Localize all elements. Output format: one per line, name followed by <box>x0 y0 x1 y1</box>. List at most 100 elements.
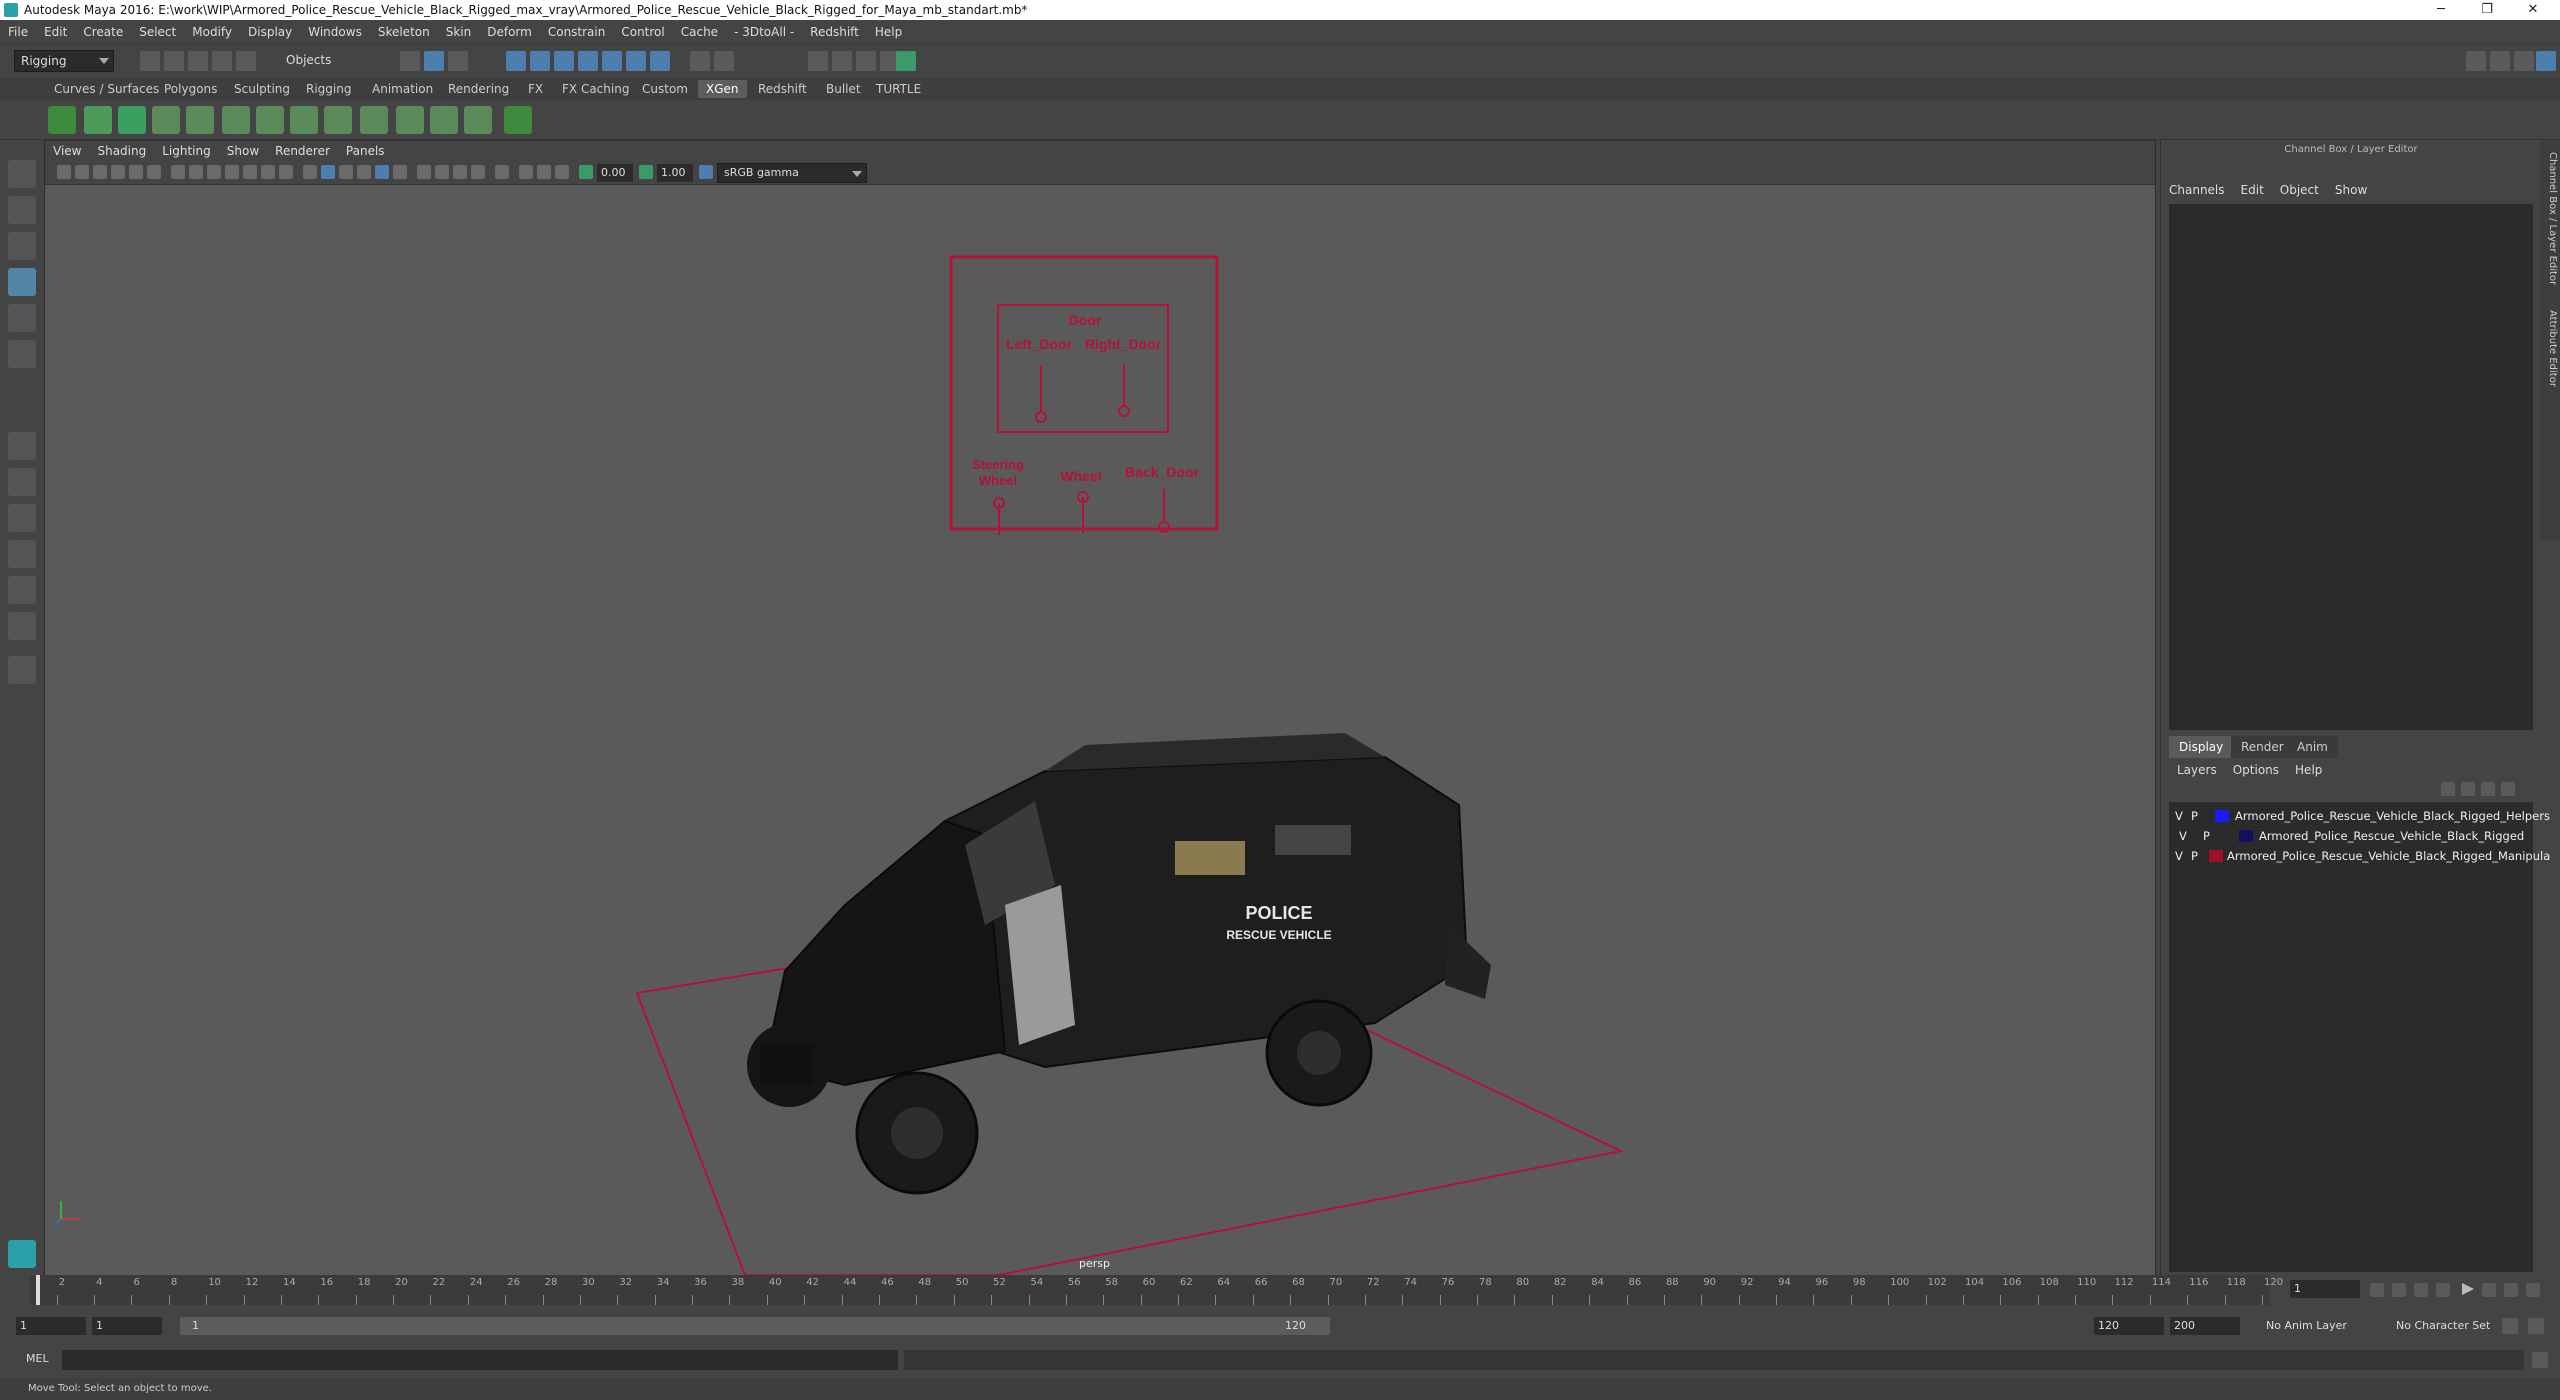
range-bar[interactable]: 1 120 <box>180 1317 1330 1335</box>
input-ops-icon[interactable] <box>714 51 734 71</box>
menu-select[interactable]: Select <box>131 20 184 44</box>
menu-3dtoall[interactable]: - 3DtoAll - <box>726 20 802 44</box>
xray-active-icon[interactable] <box>537 165 551 179</box>
menu-edit[interactable]: Edit <box>36 20 75 44</box>
four-view-layout-icon[interactable] <box>8 468 36 496</box>
viewport-menu-view[interactable]: View <box>45 141 89 161</box>
layer-color-swatch[interactable] <box>2239 830 2253 842</box>
maya-home-icon[interactable] <box>8 1240 36 1268</box>
menu-windows[interactable]: Windows <box>300 20 370 44</box>
layer-row[interactable]: V P Armored_Police_Rescue_Vehicle_Black_… <box>2169 846 2550 866</box>
playback-end-field[interactable]: 120 <box>2094 1317 2164 1335</box>
select-by-component-icon[interactable] <box>448 51 468 71</box>
menu-display[interactable]: Display <box>240 20 300 44</box>
hypershade-icon[interactable] <box>896 51 916 71</box>
xgen-comb-icon[interactable] <box>464 106 492 134</box>
tab-xgen[interactable]: XGen <box>698 80 747 98</box>
tab-fx-caching[interactable]: FX Caching <box>554 80 637 98</box>
shadows-icon[interactable] <box>393 165 407 179</box>
snap-view-plane-icon[interactable] <box>578 51 598 71</box>
hypershade-layout-icon[interactable] <box>8 612 36 640</box>
xgen-create-description-icon[interactable] <box>84 106 112 134</box>
camera-attributes-icon[interactable] <box>75 165 89 179</box>
move-layer-up-icon[interactable] <box>2441 782 2455 796</box>
tab-anim[interactable]: Anim <box>2287 736 2338 758</box>
film-gate-icon[interactable] <box>189 165 203 179</box>
toggle-modeling-toolkit-icon[interactable] <box>2466 51 2486 71</box>
layer-visibility-toggle[interactable]: V <box>2175 846 2183 866</box>
image-plane-icon[interactable] <box>111 165 125 179</box>
ipr-render-icon[interactable] <box>856 51 876 71</box>
menu-skeleton[interactable]: Skeleton <box>370 20 438 44</box>
move-tool-icon[interactable] <box>8 268 36 296</box>
xgen-export-icon[interactable] <box>504 106 532 134</box>
close-button[interactable]: ✕ <box>2510 0 2556 20</box>
select-camera-icon[interactable] <box>57 165 71 179</box>
le-menu-options[interactable]: Options <box>2225 760 2287 780</box>
gamma-field[interactable]: 1.00 <box>657 164 693 182</box>
use-all-lights-icon[interactable] <box>375 165 389 179</box>
render-view-icon[interactable] <box>808 51 828 71</box>
safe-title-icon[interactable] <box>279 165 293 179</box>
animation-end-field[interactable]: 200 <box>2170 1317 2240 1335</box>
viewport-scene[interactable]: Door Left_Door Right_Door Steering Wheel … <box>45 185 2155 1275</box>
viewport-menu-panels[interactable]: Panels <box>338 141 393 161</box>
xgen-grooming-icon[interactable] <box>396 106 424 134</box>
scale-tool-icon[interactable] <box>8 340 36 368</box>
tab-curves-surfaces[interactable]: Curves / Surfaces <box>46 80 167 98</box>
textured-icon[interactable] <box>357 165 371 179</box>
xgen-editor-icon[interactable] <box>48 106 76 134</box>
tab-render[interactable]: Render <box>2231 736 2294 758</box>
script-editor-icon[interactable] <box>2532 1352 2548 1368</box>
save-scene-icon[interactable] <box>188 51 208 71</box>
field-chart-icon[interactable] <box>243 165 257 179</box>
view-transform-dropdown[interactable]: sRGB gamma <box>717 163 867 183</box>
screen-space-ao-icon[interactable] <box>417 165 431 179</box>
xgen-hair-icon[interactable] <box>324 106 352 134</box>
viewport-menu-shading[interactable]: Shading <box>89 141 154 161</box>
wireframe-on-shaded-icon[interactable] <box>339 165 353 179</box>
tab-rigging[interactable]: Rigging <box>298 80 359 98</box>
undo-icon[interactable] <box>212 51 232 71</box>
layer-playback-toggle[interactable]: P <box>2191 806 2198 826</box>
layout-options-icon[interactable] <box>8 656 36 684</box>
menu-control[interactable]: Control <box>613 20 672 44</box>
xgen-lock-guide-icon[interactable] <box>290 106 318 134</box>
tab-sculpting[interactable]: Sculpting <box>226 80 298 98</box>
select-tool-icon[interactable] <box>8 160 36 188</box>
menu-modify[interactable]: Modify <box>184 20 240 44</box>
layer-color-swatch[interactable] <box>2209 850 2223 862</box>
gamma-icon[interactable] <box>639 165 653 179</box>
tab-custom[interactable]: Custom <box>634 80 696 98</box>
play-forwards-icon[interactable] <box>2462 1283 2474 1295</box>
playhead[interactable] <box>36 1275 40 1305</box>
le-menu-layers[interactable]: Layers <box>2169 760 2225 780</box>
step-forward-key-icon[interactable] <box>2504 1283 2518 1297</box>
grease-pencil-icon[interactable] <box>147 165 161 179</box>
depth-of-field-icon[interactable] <box>471 165 485 179</box>
playback-start-field[interactable]: 1 <box>92 1317 162 1335</box>
toggle-attribute-editor-icon[interactable] <box>2490 51 2510 71</box>
snap-live-icon[interactable] <box>626 51 646 71</box>
snap-grid-icon[interactable] <box>506 51 526 71</box>
animation-start-field[interactable]: 1 <box>16 1317 86 1335</box>
xgen-add-guide-icon[interactable] <box>186 106 214 134</box>
exposure-field[interactable]: 0.00 <box>597 164 633 182</box>
menu-redshift[interactable]: Redshift <box>802 20 867 44</box>
cb-menu-channels[interactable]: Channels <box>2161 180 2233 200</box>
step-back-frame-icon[interactable] <box>2414 1283 2428 1297</box>
current-frame-field[interactable]: 1 <box>2290 1280 2360 1298</box>
select-by-hierarchy-icon[interactable] <box>400 51 420 71</box>
select-by-object-icon[interactable] <box>424 51 444 71</box>
lasso-tool-icon[interactable] <box>8 196 36 224</box>
rig-handle-left-door[interactable] <box>1035 411 1047 423</box>
auto-key-icon[interactable] <box>2502 1318 2518 1334</box>
cb-menu-object[interactable]: Object <box>2272 180 2327 200</box>
tab-fx[interactable]: FX <box>520 80 551 98</box>
anim-layer-dropdown[interactable]: No Anim Layer <box>2262 1317 2372 1335</box>
maximize-button[interactable]: ❐ <box>2464 0 2510 20</box>
xgen-sculpt-guide-icon[interactable] <box>222 106 250 134</box>
wireframe-icon[interactable] <box>303 165 317 179</box>
exposure-icon[interactable] <box>579 165 593 179</box>
channel-box-area[interactable] <box>2169 204 2533 730</box>
